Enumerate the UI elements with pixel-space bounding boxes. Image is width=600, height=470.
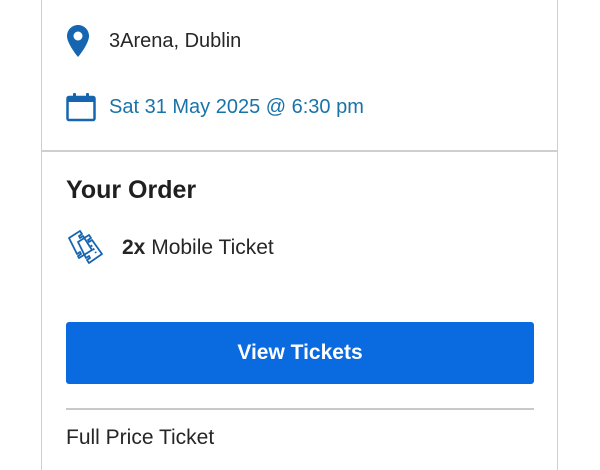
price-divider bbox=[66, 408, 534, 410]
event-date-link[interactable]: Sat 31 May 2025 @ 6:30 pm bbox=[109, 96, 364, 119]
ticket-summary-row: 2x Mobile Ticket bbox=[66, 228, 274, 268]
location-pin-icon bbox=[66, 24, 96, 58]
order-summary-card: 3Arena, Dublin Sat 31 May 2025 @ 6:30 pm… bbox=[41, 0, 558, 470]
venue-name: 3Arena, Dublin bbox=[109, 29, 242, 52]
your-order-heading: Your Order bbox=[66, 176, 197, 204]
date-row[interactable]: Sat 31 May 2025 @ 6:30 pm bbox=[66, 90, 364, 124]
tickets-icon bbox=[66, 228, 106, 268]
section-divider bbox=[42, 150, 557, 152]
ticket-type: Mobile Ticket bbox=[151, 236, 274, 259]
full-price-ticket-label: Full Price Ticket bbox=[66, 426, 215, 449]
ticket-count-text: 2x Mobile Ticket bbox=[122, 236, 274, 260]
calendar-icon bbox=[66, 90, 96, 124]
venue-row: 3Arena, Dublin bbox=[66, 24, 241, 58]
ticket-quantity: 2x bbox=[122, 236, 146, 259]
view-tickets-button[interactable]: View Tickets bbox=[66, 322, 534, 384]
